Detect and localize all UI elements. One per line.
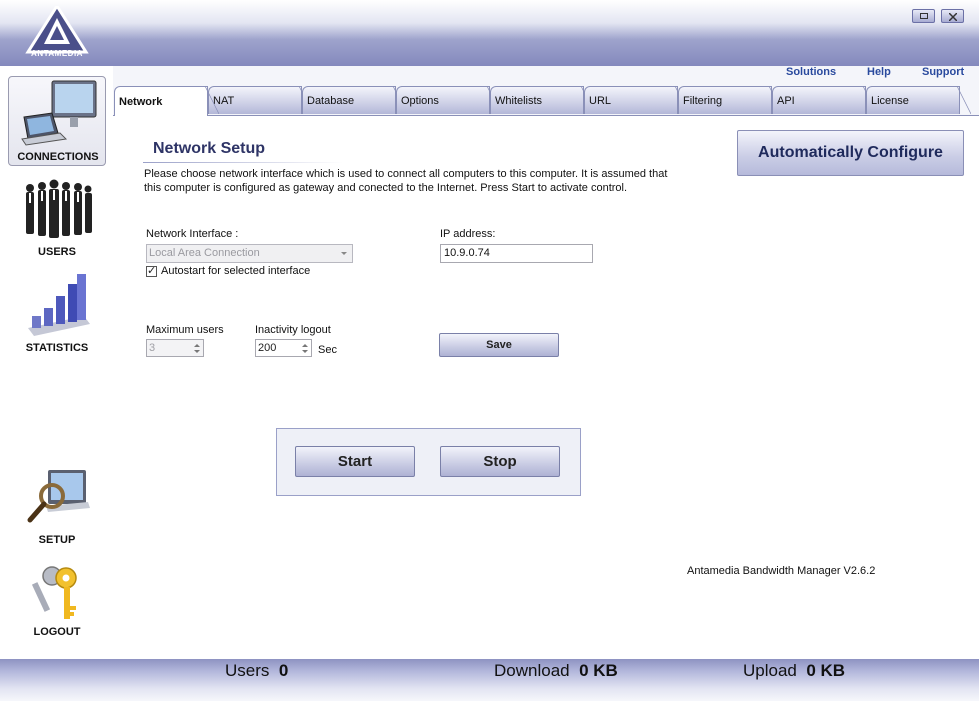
title-underline: [143, 162, 343, 163]
sidebar-item-users[interactable]: USERS: [8, 178, 106, 260]
tab-api[interactable]: API: [772, 86, 877, 114]
sidebar-item-logout[interactable]: LOGOUT: [8, 562, 106, 642]
autostart-label: Autostart for selected interface: [161, 265, 311, 277]
sidebar-item-label: STATISTICS: [25, 342, 89, 354]
version-text: Antamedia Bandwidth Manager V2.6.2: [687, 565, 876, 577]
restore-window-button[interactable]: [912, 9, 935, 23]
network-panel: Network Setup Please choose network inte…: [113, 116, 979, 659]
network-interface-select[interactable]: Local Area Connection: [146, 244, 353, 263]
sidebar-item-label: SETUP: [38, 534, 76, 546]
network-interface-label: Network Interface :: [146, 228, 239, 240]
save-label: Save: [486, 339, 512, 351]
tab-filtering[interactable]: Filtering: [678, 86, 783, 114]
upload-stat: Upload 0 KB: [743, 661, 845, 681]
tab-label: Options: [401, 95, 439, 107]
inactivity-value: 200: [258, 342, 277, 354]
stop-button[interactable]: Stop: [440, 446, 560, 477]
inactivity-logout-stepper[interactable]: 200: [255, 339, 312, 357]
max-users-stepper[interactable]: 3: [146, 339, 204, 357]
tab-label: Whitelists: [495, 95, 543, 107]
tab-label: Network: [119, 96, 163, 108]
save-button[interactable]: Save: [439, 333, 559, 357]
close-window-button[interactable]: [941, 9, 964, 23]
status-bar: Users 0 Download 0 KB Upload 0 KB: [0, 659, 979, 701]
tab-label: Database: [307, 95, 355, 107]
tab-label: URL: [589, 95, 612, 107]
control-box: Start Stop: [276, 428, 581, 496]
tab-label: Filtering: [683, 95, 723, 107]
max-users-label: Maximum users: [146, 324, 224, 336]
tab-url[interactable]: URL: [584, 86, 689, 114]
users-value: 0: [278, 661, 289, 680]
tab-network[interactable]: Network: [114, 86, 219, 116]
sidebar: CONNECTIONS USERS STATISTICS SETUP LOGOU…: [0, 66, 113, 659]
help-link[interactable]: Help: [867, 66, 891, 78]
inactivity-logout-label: Inactivity logout: [255, 324, 331, 336]
users-stat: Users 0: [225, 661, 288, 681]
autostart-checkbox[interactable]: [146, 264, 157, 277]
solutions-link[interactable]: Solutions: [786, 66, 836, 78]
users-label: Users: [225, 661, 270, 680]
inactivity-unit: Sec: [318, 344, 337, 356]
tab-options[interactable]: Options: [396, 86, 501, 114]
tab-whitelists[interactable]: Whitelists: [490, 86, 595, 114]
ip-address-label: IP address:: [440, 228, 496, 240]
tab-label: API: [777, 95, 795, 107]
description-text: Please choose network interface which is…: [144, 168, 668, 194]
download-value: 0 KB: [579, 661, 618, 680]
tab-nat[interactable]: NAT: [208, 86, 313, 114]
logo-text: ANTAMEDIA: [31, 49, 83, 58]
sidebar-item-setup[interactable]: SETUP: [8, 466, 106, 550]
tab-license[interactable]: License: [866, 86, 971, 114]
upload-label: Upload: [743, 661, 797, 680]
stepper-down-icon[interactable]: [302, 350, 308, 353]
magnifier-monitor-icon: [27, 470, 90, 523]
upload-value: 0 KB: [806, 661, 846, 680]
sidebar-item-statistics[interactable]: STATISTICS: [8, 272, 106, 356]
stop-label: Stop: [483, 453, 517, 470]
ip-address-input[interactable]: 10.9.0.74: [440, 244, 593, 263]
stepper-down-icon[interactable]: [194, 350, 200, 353]
keys-icon: [31, 566, 77, 619]
download-stat: Download 0 KB: [494, 661, 618, 681]
sidebar-item-label: USERS: [38, 246, 76, 258]
sidebar-item-label: LOGOUT: [33, 626, 81, 638]
tab-database[interactable]: Database: [302, 86, 407, 114]
auto-configure-label: Automatically Configure: [758, 144, 943, 161]
chevron-down-icon: [341, 252, 347, 255]
tab-strip: Network NAT Database Options Whitelists …: [113, 84, 979, 116]
max-users-value: 3: [149, 342, 156, 354]
stepper-up-icon[interactable]: [194, 344, 200, 347]
auto-configure-button[interactable]: Automatically Configure: [737, 130, 964, 176]
close-icon: [949, 13, 957, 21]
computer-icon: [21, 80, 97, 146]
start-label: Start: [337, 453, 373, 470]
stepper-up-icon[interactable]: [302, 344, 308, 347]
start-button[interactable]: Start: [295, 446, 415, 477]
people-icon: [26, 179, 92, 238]
support-link[interactable]: Support: [922, 66, 964, 78]
network-interface-value: Local Area Connection: [149, 247, 260, 259]
bar-chart-icon: [28, 274, 90, 336]
sidebar-item-connections[interactable]: CONNECTIONS: [8, 76, 106, 166]
tab-label: License: [871, 95, 909, 107]
title-bar: ANTAMEDIA: [0, 0, 979, 66]
sidebar-item-label: CONNECTIONS: [17, 151, 99, 163]
page-title: Network Setup: [153, 140, 266, 157]
download-label: Download: [494, 661, 570, 680]
